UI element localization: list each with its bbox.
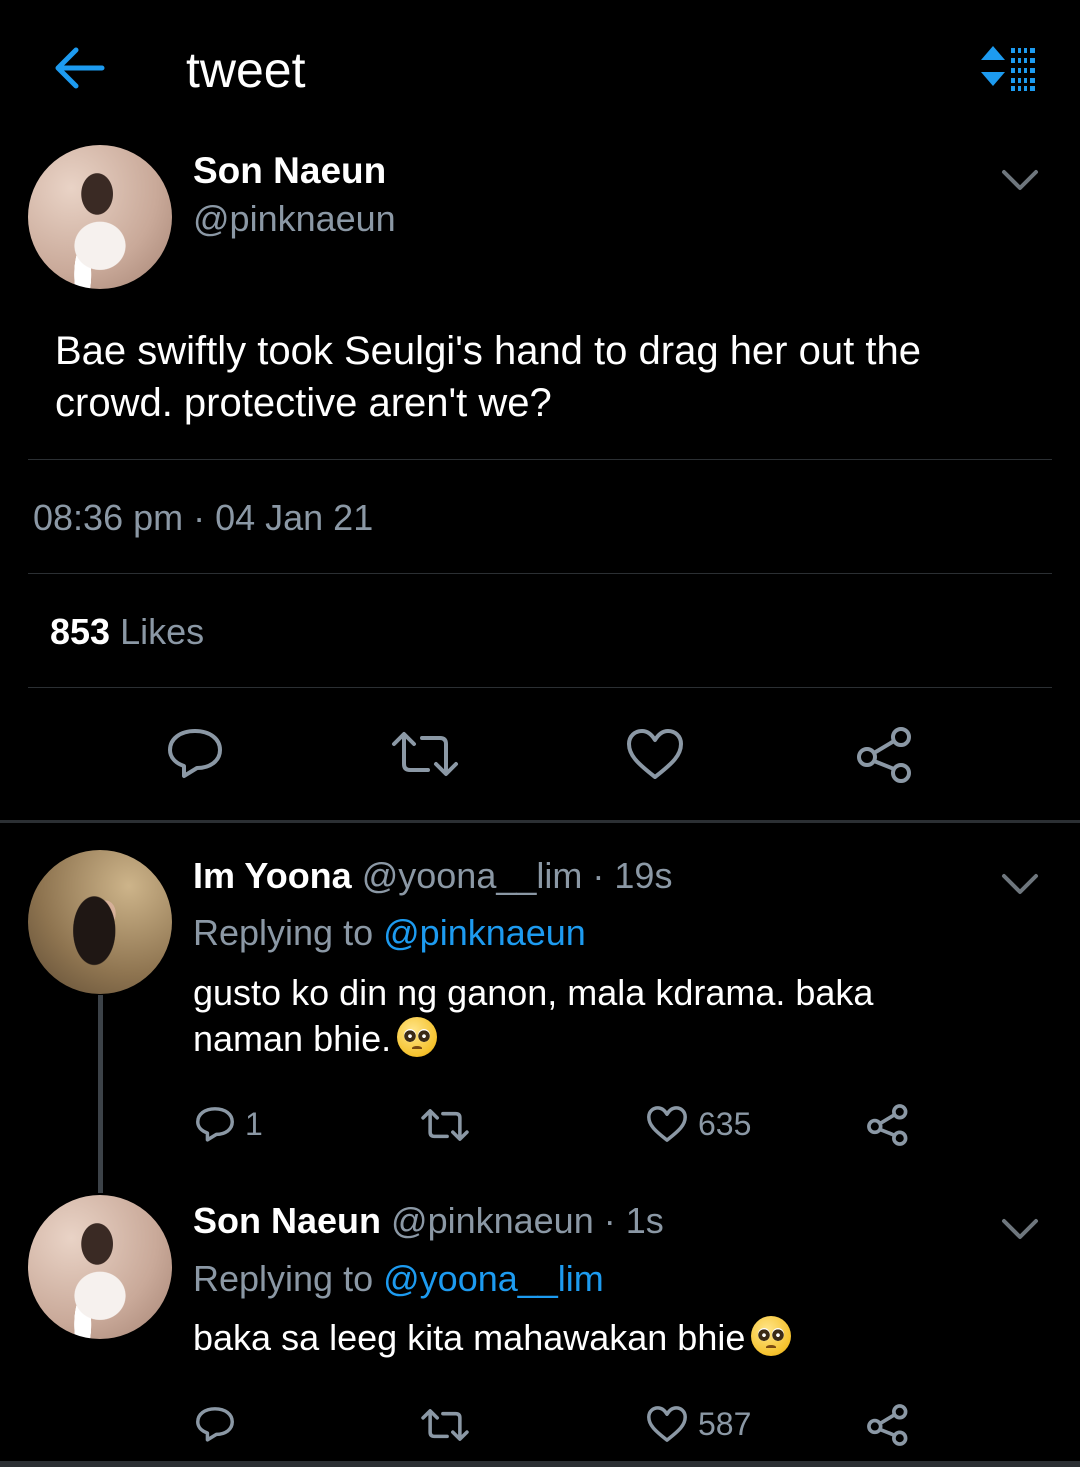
retweet-button[interactable] — [420, 1108, 480, 1142]
share-button[interactable] — [866, 1404, 910, 1446]
retweet-button[interactable] — [390, 730, 460, 778]
divider — [28, 459, 1052, 460]
heart-icon — [627, 729, 683, 779]
reply-button[interactable]: 1 — [195, 1104, 263, 1144]
share-button[interactable] — [866, 1104, 910, 1146]
tweet-timestamp: 08:36 pm · 04 Jan 21 — [33, 497, 374, 538]
avatar[interactable] — [28, 1195, 172, 1339]
reply-text-content: gusto ko din ng ganon, mala kdrama. baka… — [193, 972, 874, 1059]
pleading-face-emoji — [397, 1017, 438, 1057]
share-icon — [857, 727, 911, 783]
tweet-menu-button[interactable] — [1000, 168, 1040, 192]
replying-to: Replying to @pinknaeun — [193, 912, 586, 954]
retweet-icon — [392, 732, 458, 776]
bottom-divider — [0, 1461, 1080, 1467]
reply-time: · 19s — [592, 855, 673, 896]
author-handle[interactable]: @yoona__lim — [362, 855, 583, 896]
reply-button[interactable] — [166, 727, 224, 779]
arrow-left-icon — [55, 47, 105, 89]
avatar[interactable] — [28, 145, 172, 289]
thread-line — [98, 995, 103, 1193]
mention-link[interactable]: @pinknaeun — [383, 912, 586, 953]
likes-count: 853 — [50, 611, 111, 652]
reply-text: gusto ko din ng ganon, mala kdrama. baka… — [193, 970, 993, 1062]
reply-icon — [196, 1407, 234, 1442]
share-button[interactable] — [855, 727, 915, 783]
author-name[interactable]: Son Naeun — [193, 1200, 381, 1241]
tweet-text: Bae swiftly took Seulgi's hand to drag h… — [55, 329, 921, 425]
like-button[interactable]: 587 — [646, 1405, 751, 1443]
author-name[interactable]: Im Yoona — [193, 855, 352, 896]
author-handle[interactable]: @pinknaeun — [391, 1200, 594, 1241]
reply-icon — [196, 1107, 234, 1142]
heart-icon — [647, 1406, 687, 1442]
replying-to: Replying to @yoona__lim — [193, 1258, 604, 1300]
like-button[interactable] — [625, 727, 685, 781]
share-icon — [867, 1104, 908, 1146]
page-title: tweet — [186, 42, 306, 98]
author-handle[interactable]: @pinknaeun — [193, 198, 396, 240]
sort-replies-button[interactable] — [975, 42, 1041, 96]
reply-count: 1 — [245, 1105, 263, 1142]
chevron-down-icon — [1002, 170, 1038, 190]
reply-time: · 1s — [603, 1200, 664, 1241]
reply-icon — [168, 729, 222, 778]
back-button[interactable] — [50, 45, 106, 91]
like-count: 587 — [698, 1405, 752, 1442]
reply-text-content: baka sa leeg kita mahawakan bhie — [193, 1317, 746, 1358]
divider — [28, 573, 1052, 574]
author-name[interactable]: Son Naeun — [193, 150, 386, 192]
chevron-down-icon — [1002, 1219, 1038, 1239]
likes-label: Likes — [120, 611, 205, 652]
chevron-down-icon — [1002, 874, 1038, 894]
reply-header: Im Yoona @yoona__lim · 19s — [193, 855, 672, 897]
avatar[interactable] — [28, 850, 172, 994]
replying-label: Replying to — [193, 1258, 374, 1299]
retweet-icon — [421, 1109, 469, 1141]
reply-button[interactable] — [195, 1404, 245, 1444]
mention-link[interactable]: @yoona__lim — [383, 1258, 604, 1299]
heart-icon — [647, 1106, 687, 1142]
replying-label: Replying to — [193, 912, 374, 953]
sort-list-icon — [981, 46, 1035, 91]
divider — [28, 687, 1052, 688]
section-divider — [0, 820, 1080, 823]
tweet-menu-button[interactable] — [1000, 1217, 1040, 1241]
retweet-icon — [421, 1409, 469, 1441]
likes-stat[interactable]: 853 Likes — [50, 611, 204, 653]
like-button[interactable]: 635 — [646, 1105, 751, 1143]
like-count: 635 — [698, 1105, 752, 1142]
reply-header: Son Naeun @pinknaeun · 1s — [193, 1200, 664, 1242]
tweet-menu-button[interactable] — [1000, 872, 1040, 896]
reply-text: baka sa leeg kita mahawakan bhie — [193, 1315, 993, 1361]
pleading-face-emoji — [751, 1316, 792, 1356]
share-icon — [867, 1404, 908, 1446]
retweet-button[interactable] — [420, 1408, 480, 1442]
